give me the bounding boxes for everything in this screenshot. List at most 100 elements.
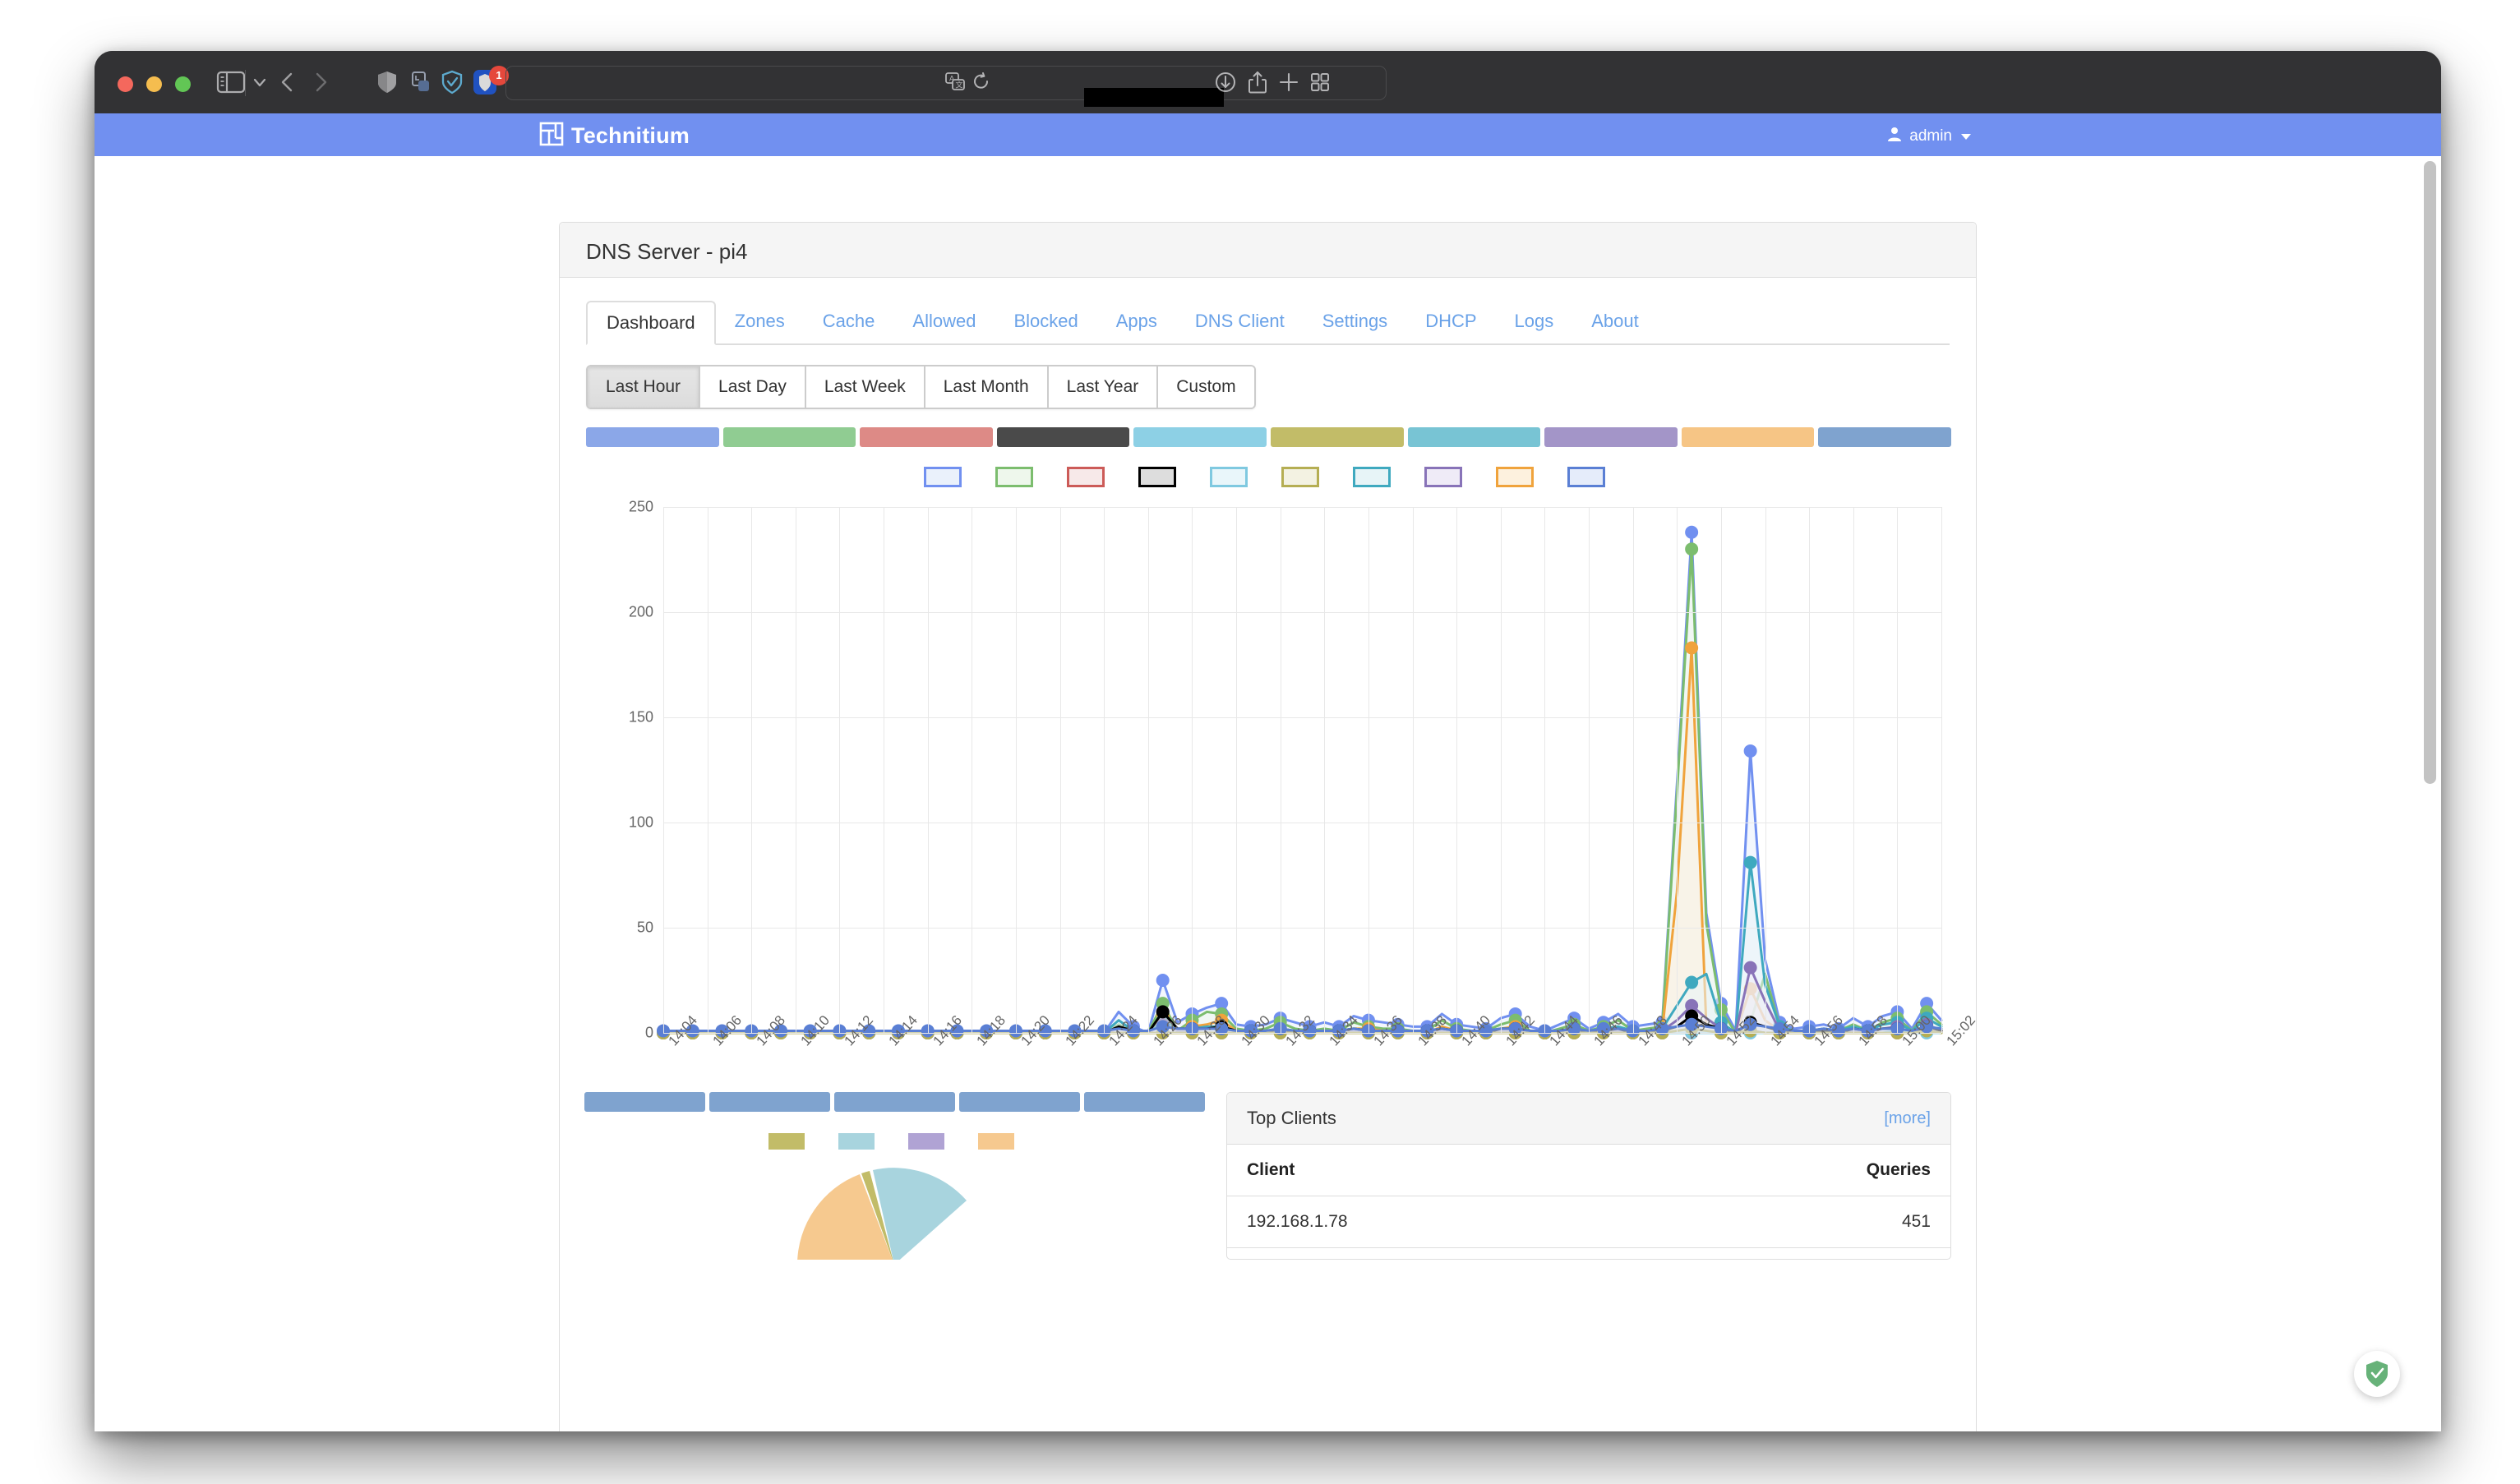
top-clients-table-header: Client Queries [1227, 1145, 1950, 1196]
page-scrollbar-thumb[interactable] [2424, 161, 2436, 784]
column-header-queries: Queries [1867, 1160, 1931, 1180]
top-clients-more-link[interactable]: [more] [1884, 1109, 1931, 1128]
range-last-month[interactable]: Last Month [925, 366, 1049, 408]
adguard-shield-icon[interactable] [2354, 1351, 2400, 1397]
back-icon[interactable] [277, 70, 298, 94]
range-last-hour[interactable]: Last Hour [588, 366, 700, 408]
legend-item-refused[interactable] [1210, 467, 1255, 487]
shield-icon[interactable] [376, 70, 399, 94]
tab-cache[interactable]: Cache [804, 299, 894, 343]
tab-apps[interactable]: Apps [1097, 299, 1176, 343]
chart-gridline-v [1016, 507, 1017, 1033]
tab-settings[interactable]: Settings [1304, 299, 1407, 343]
stat-card-blocked[interactable] [1682, 427, 1815, 447]
minimize-window-button[interactable] [146, 76, 162, 92]
tab-zones[interactable]: Zones [716, 299, 804, 343]
tab-dashboard[interactable]: Dashboard [586, 301, 716, 345]
tab-allowed[interactable]: Allowed [893, 299, 995, 343]
chart-point[interactable] [1686, 643, 1697, 654]
tab-overview-icon[interactable] [1309, 71, 1331, 93]
pie-legend-item-authoritative[interactable] [768, 1133, 812, 1150]
sidebar-icon[interactable] [216, 70, 246, 94]
chart-point[interactable] [1745, 857, 1756, 869]
tab-logs[interactable]: Logs [1496, 299, 1573, 343]
x-axis-tick: 15:02 [1944, 1012, 1979, 1049]
chart-point[interactable] [1686, 527, 1697, 538]
adguard-vpn-icon[interactable] [441, 70, 464, 94]
chart-point[interactable] [1745, 962, 1756, 974]
chevron-down-icon[interactable] [251, 73, 269, 91]
stat-card-refused[interactable] [1133, 427, 1267, 447]
forward-icon[interactable] [310, 70, 331, 94]
range-last-year[interactable]: Last Year [1049, 366, 1159, 408]
share-icon[interactable] [1247, 70, 1268, 94]
translate-icon[interactable]: A文 [944, 71, 967, 93]
chart-gridline-h [663, 928, 1941, 929]
zone-stat-blocked-zones[interactable] [959, 1092, 1080, 1112]
zone-stat-hosted-zones[interactable] [584, 1092, 705, 1112]
close-window-button[interactable] [118, 76, 133, 92]
table-row[interactable]: 192.168.1.78 451 [1227, 1196, 1950, 1248]
stat-card-no-error[interactable] [723, 427, 856, 447]
range-last-week[interactable]: Last Week [806, 366, 925, 408]
user-menu[interactable]: admin [1886, 126, 1971, 147]
chart-gridline-v [1809, 507, 1810, 1033]
legend-item-clients[interactable] [1567, 467, 1613, 487]
brand[interactable]: Technitium [539, 122, 690, 150]
tab-blocked[interactable]: Blocked [995, 299, 1096, 343]
stat-card-clients[interactable] [1818, 427, 1951, 447]
zone-stat-block-list-zones[interactable] [1084, 1092, 1205, 1112]
svg-text:文: 文 [956, 81, 963, 90]
legend-item-nx-domain[interactable] [1138, 467, 1184, 487]
stat-card-total-queries[interactable] [586, 427, 719, 447]
maximize-window-button[interactable] [175, 76, 191, 92]
chart-gridline-v [1324, 507, 1325, 1033]
legend-swatch [1424, 467, 1462, 487]
legend-item-no-error[interactable] [995, 467, 1041, 487]
legend-item-total[interactable] [924, 467, 969, 487]
pie-legend-item-cached[interactable] [908, 1133, 952, 1150]
legend-item-authoritative[interactable] [1281, 467, 1327, 487]
stat-card-server-failure[interactable] [860, 427, 993, 447]
stat-card-recursive[interactable] [1408, 427, 1541, 447]
tab-about[interactable]: About [1572, 299, 1658, 343]
range-last-day[interactable]: Last Day [700, 366, 806, 408]
user-icon [1886, 126, 1903, 147]
chart-point[interactable] [1745, 745, 1756, 757]
top-clients-title: Top Clients [1247, 1108, 1336, 1129]
reload-icon[interactable] [972, 72, 990, 92]
chart-point[interactable] [1157, 975, 1169, 986]
tab-dhcp[interactable]: DHCP [1406, 299, 1495, 343]
legend-item-recursive[interactable] [1353, 467, 1398, 487]
stat-card-authoritative[interactable] [1271, 427, 1404, 447]
chart-gridline-v [1413, 507, 1414, 1033]
window-manager-icon[interactable] [408, 70, 433, 94]
chart-gridline-v [663, 507, 664, 1033]
window-traffic-lights [118, 76, 191, 92]
range-custom[interactable]: Custom [1158, 366, 1253, 408]
chart-point[interactable] [1157, 1006, 1169, 1017]
tab-dns-client[interactable]: DNS Client [1176, 299, 1304, 343]
legend-item-server-failure[interactable] [1067, 467, 1112, 487]
pie-legend-item-blocked[interactable] [978, 1133, 1022, 1150]
chart-gridline-v [1544, 507, 1545, 1033]
new-tab-icon[interactable] [1278, 71, 1299, 93]
chart-point[interactable] [1686, 977, 1697, 989]
zone-stat-allowed-zones[interactable] [834, 1092, 955, 1112]
chart-gridline-h [663, 717, 1941, 718]
zone-stat-cached-entries[interactable] [709, 1092, 830, 1112]
download-icon[interactable] [1214, 70, 1237, 94]
chart-gridline-v [1677, 507, 1678, 1033]
stat-card-cached[interactable] [1544, 427, 1678, 447]
zones-summary-block [584, 1092, 1205, 1260]
chart-plot-area: 05010015020025014:0414:0614:0814:1014:12… [663, 507, 1941, 1033]
client-queries: 451 [1902, 1212, 1931, 1232]
stat-card-nx-domain[interactable] [997, 427, 1130, 447]
pie-legend-item-recursive[interactable] [838, 1133, 882, 1150]
pie-legend-swatch [838, 1133, 875, 1150]
legend-swatch [1281, 467, 1319, 487]
legend-swatch [1067, 467, 1105, 487]
chart-point[interactable] [1686, 543, 1697, 555]
legend-item-cached[interactable] [1424, 467, 1470, 487]
legend-item-blocked[interactable] [1496, 467, 1541, 487]
